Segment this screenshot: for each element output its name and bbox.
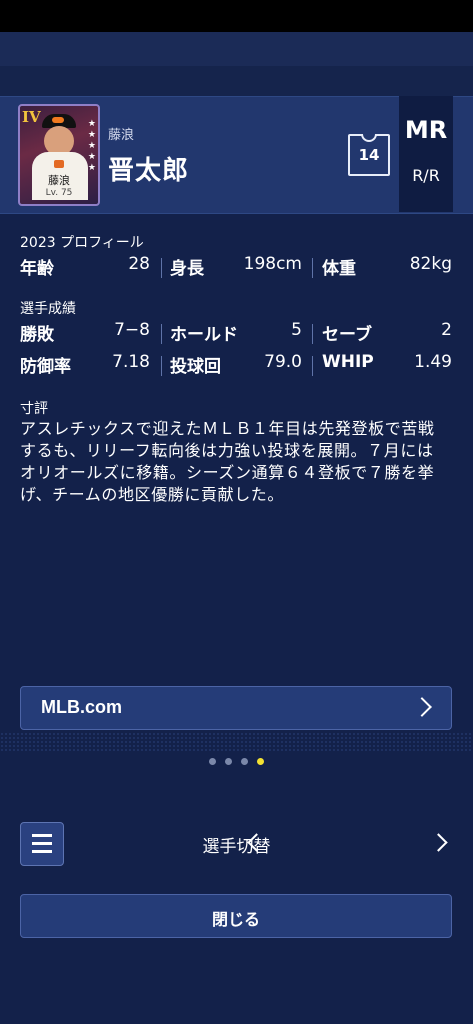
divider (312, 324, 313, 344)
player-given-name: 晋太郎 (108, 156, 190, 186)
top-band-secondary (0, 66, 473, 96)
results-row: 勝敗 7−8 ホールド 5 セーブ 2 (20, 320, 453, 348)
star-icon: ★ (87, 130, 96, 140)
ip-value: 79.0 (264, 352, 302, 372)
position-box: MR R/R (399, 96, 453, 212)
divider (312, 356, 313, 376)
age-value: 28 (128, 254, 150, 274)
player-family-name: 藤浪 (108, 128, 135, 143)
divider (161, 324, 162, 344)
star-icon: ★ (87, 141, 96, 151)
mlb-link-label: MLB.com (41, 697, 122, 717)
review-title: 寸評 (20, 401, 48, 417)
saves-label: セーブ (322, 325, 372, 345)
player-card[interactable]: IV ★ ★ ★ ★ ★ 藤浪 Lv. 75 (18, 104, 100, 206)
close-button[interactable]: 閉じる (20, 894, 452, 938)
height-value: 198cm (243, 254, 302, 274)
star-icon: ★ (87, 152, 96, 162)
divider (312, 258, 313, 278)
page-dot[interactable] (225, 758, 232, 765)
ip-label: 投球回 (170, 357, 221, 377)
divider (161, 356, 162, 376)
era-label: 防御率 (20, 357, 71, 377)
page-dot-active[interactable] (257, 758, 264, 765)
results-title: 選手成績 (20, 301, 76, 317)
status-bar (0, 0, 473, 32)
review-text: アスレチックスで迎えたＭＬＢ１年目は先発登板で苦戦するも、リリーフ転向後は力強い… (20, 419, 435, 504)
holds-label: ホールド (170, 325, 238, 345)
star-icon: ★ (87, 119, 96, 129)
card-level: Lv. 75 (45, 188, 73, 198)
weight-value: 82kg (409, 254, 452, 274)
height-label: 身長 (170, 259, 204, 279)
uniform-number-icon: 14 (348, 134, 390, 176)
uniform-number: 14 (358, 146, 380, 164)
wl-value: 7−8 (114, 320, 150, 340)
chevron-right-icon (412, 697, 432, 717)
profile-title: 2023 プロフィール (20, 235, 144, 251)
star-icons: ★ ★ ★ ★ ★ (88, 120, 96, 173)
wl-label: 勝敗 (20, 325, 54, 345)
age-label: 年齢 (20, 259, 54, 279)
saves-value: 2 (441, 320, 452, 340)
close-button-label: 閉じる (211, 910, 260, 929)
mlb-link-button[interactable]: MLB.com (20, 686, 452, 730)
position: MR (404, 116, 448, 144)
whip-label: WHIP (322, 352, 374, 372)
page-dot[interactable] (241, 758, 248, 765)
results-row: 防御率 7.18 投球回 79.0 WHIP 1.49 (20, 352, 453, 380)
era-value: 7.18 (112, 352, 150, 372)
profile-row: 年齢 28 身長 198cm 体重 82kg (20, 254, 453, 282)
divider (161, 258, 162, 278)
card-rank: IV (22, 108, 41, 126)
whip-value: 1.49 (414, 352, 452, 372)
player-switch-label: 選手切替 (202, 837, 271, 857)
holds-value: 5 (291, 320, 302, 340)
card-player-name: 藤浪 (48, 174, 70, 187)
weight-label: 体重 (322, 259, 356, 279)
handedness: R/R (412, 166, 440, 185)
page-indicator (0, 758, 473, 765)
pattern-band (0, 732, 473, 752)
page-dot[interactable] (209, 758, 216, 765)
top-band (0, 32, 473, 66)
